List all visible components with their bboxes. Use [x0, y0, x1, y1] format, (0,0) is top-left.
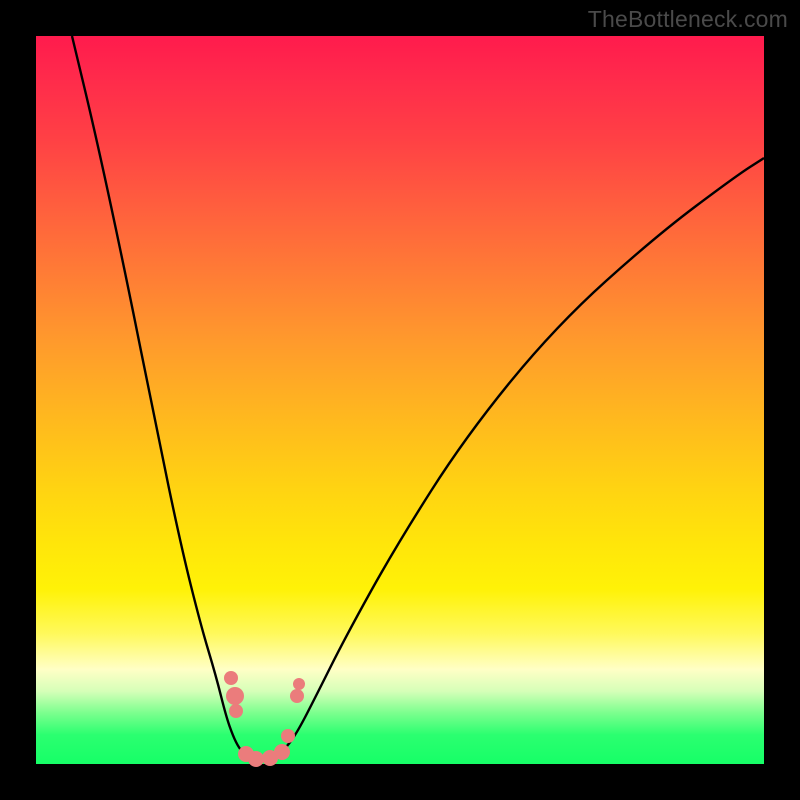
marker-dot	[281, 729, 295, 743]
curve-svg	[36, 36, 764, 764]
bottleneck-curve	[72, 36, 764, 761]
marker-dot	[274, 744, 290, 760]
marker-dot	[226, 687, 244, 705]
chart-frame: TheBottleneck.com	[0, 0, 800, 800]
marker-dot	[290, 689, 304, 703]
marker-dot	[224, 671, 238, 685]
curve-lines	[72, 36, 764, 761]
watermark-text: TheBottleneck.com	[588, 6, 788, 33]
plot-area	[36, 36, 764, 764]
marker-dot	[293, 678, 305, 690]
marker-dot	[229, 704, 243, 718]
marker-dots	[224, 671, 305, 767]
marker-dot	[248, 751, 264, 767]
